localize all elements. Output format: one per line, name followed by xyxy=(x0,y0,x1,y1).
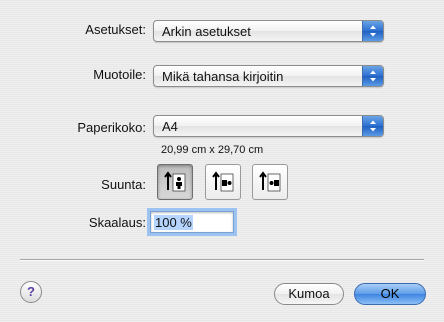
paper-size-popup[interactable]: A4 xyxy=(153,115,384,137)
ok-button[interactable]: OK xyxy=(354,283,426,305)
orientation-landscape-left-button[interactable] xyxy=(205,164,241,200)
format-for-value: Mikä tahansa kirjoitin xyxy=(162,69,284,84)
scale-value: 100 % xyxy=(154,215,193,230)
help-button[interactable]: ? xyxy=(20,281,42,303)
format-for-popup[interactable]: Mikä tahansa kirjoitin xyxy=(153,65,384,87)
paper-size-label: Paperikoko: xyxy=(77,120,146,135)
orientation-portrait-button[interactable] xyxy=(157,164,193,200)
cancel-button[interactable]: Kumoa xyxy=(274,283,344,305)
landscape-left-orientation-icon xyxy=(212,171,234,192)
format-for-label: Muotoile: xyxy=(93,67,146,82)
popup-arrows-icon xyxy=(362,116,383,136)
popup-arrows-icon xyxy=(362,21,383,41)
settings-label: Asetukset: xyxy=(85,22,146,37)
popup-arrows-icon xyxy=(362,66,383,86)
scale-label: Skaalaus: xyxy=(88,215,146,230)
landscape-right-orientation-icon xyxy=(259,171,281,192)
orientation-label: Suunta: xyxy=(101,177,146,192)
divider xyxy=(20,259,424,261)
scale-input[interactable]: 100 % xyxy=(150,211,234,233)
portrait-orientation-icon xyxy=(164,171,186,192)
orientation-landscape-right-button[interactable] xyxy=(252,164,288,200)
paper-dimensions: 20,99 cm x 29,70 cm xyxy=(161,144,264,156)
paper-size-value: A4 xyxy=(162,119,178,134)
settings-value: Arkin asetukset xyxy=(162,24,251,39)
settings-popup[interactable]: Arkin asetukset xyxy=(153,20,384,42)
